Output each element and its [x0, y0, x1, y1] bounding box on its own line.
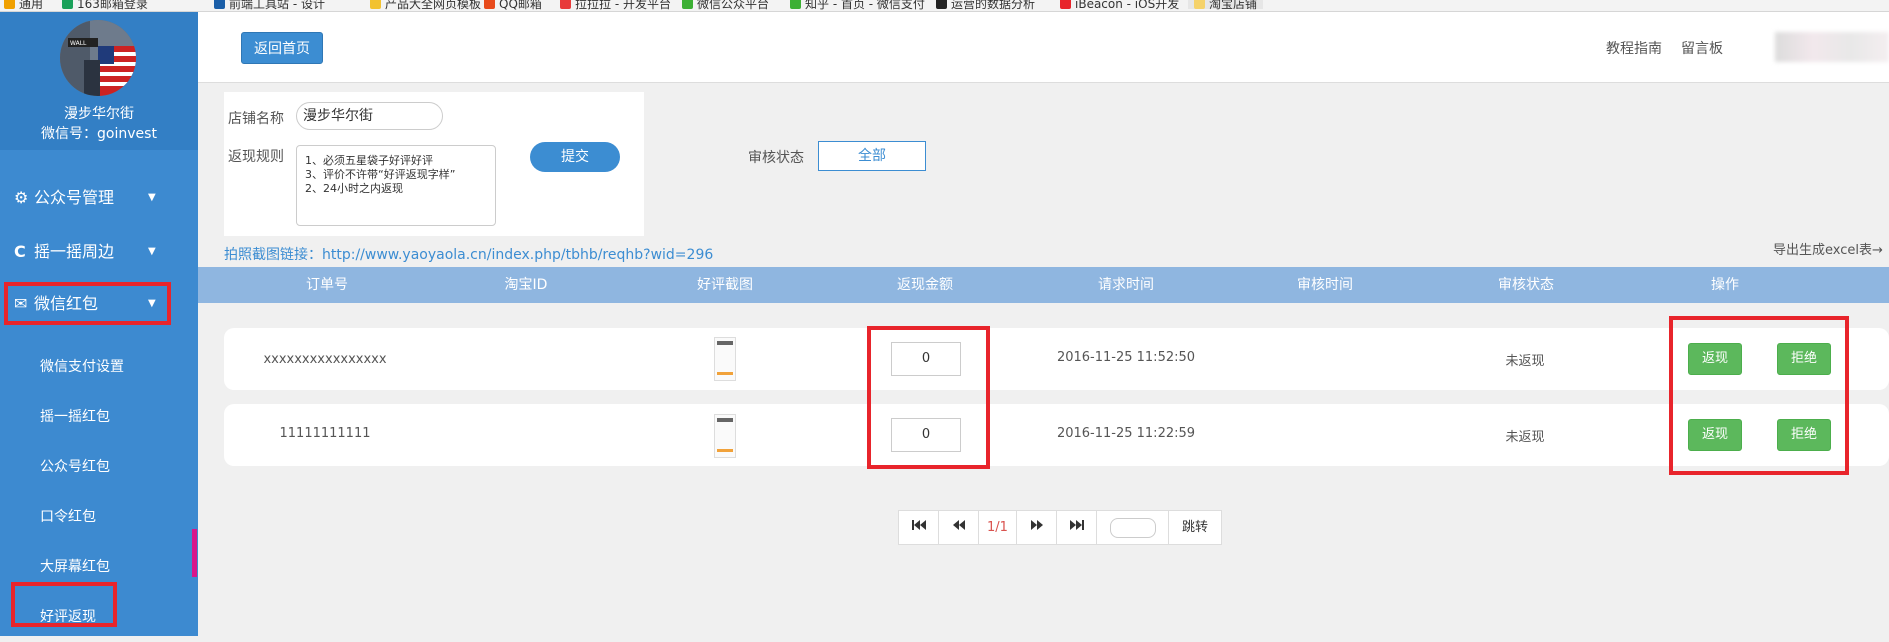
table-header: 订单号 淘宝ID 好评截图 返现金额 请求时间 审核时间 审核状态 操作	[198, 267, 1889, 303]
column-actions: 操作	[1711, 277, 1739, 293]
cashback-rules-textarea[interactable]: 1、必须五星袋子好评好评 3、评价不许带“好评返现字样” 2、24小时之内返现	[296, 145, 496, 226]
top-header: 返回首页 教程指南 留言板	[198, 12, 1889, 83]
avatar-image: WALL	[60, 20, 136, 96]
jump-button[interactable]: 跳转	[1169, 511, 1221, 544]
cashback-rules-label: 返现规则	[228, 149, 284, 165]
column-amount: 返现金额	[897, 277, 953, 293]
column-order-id: 订单号	[306, 277, 348, 293]
order-id-cell: xxxxxxxxxxxxxxxx	[263, 352, 387, 367]
bookmark-item[interactable]: 产品大全网页模板	[370, 0, 481, 11]
shop-name-input[interactable]: 漫步华尔街	[296, 102, 443, 130]
submenu-password-redpacket[interactable]: 口令红包	[0, 492, 198, 542]
highlight-box-amount-column	[867, 326, 990, 469]
pagination: 1/1 跳转	[898, 510, 1222, 545]
column-review-time: 审核时间	[1297, 277, 1353, 293]
screenshot-link[interactable]: 拍照截图链接：http://www.yaoyaola.cn/index.php/…	[224, 244, 713, 264]
nav-shake-nearby[interactable]: C 摇一摇周边 ▼	[0, 230, 198, 274]
column-screenshot: 好评截图	[697, 277, 753, 293]
review-status-label: 审核状态	[748, 150, 804, 166]
bookmark-item[interactable]: iBeacon - iOS开发	[1060, 0, 1179, 11]
submenu-account-redpacket[interactable]: 公众号红包	[0, 442, 198, 492]
review-screenshot-thumbnail[interactable]	[714, 414, 736, 458]
bookmark-item[interactable]: 通用	[4, 0, 43, 11]
nav-label: 摇一摇周边	[34, 242, 115, 261]
caret-down-icon: ▼	[148, 246, 156, 257]
order-id-cell: 11111111111	[279, 426, 371, 441]
prev-page-icon[interactable]	[939, 511, 979, 544]
user-account-blurred[interactable]	[1775, 32, 1889, 62]
page-jump-input-wrap	[1097, 511, 1169, 544]
page-jump-input[interactable]	[1109, 517, 1156, 538]
highlight-box-redpacket-menu	[4, 282, 171, 325]
column-review-status: 审核状态	[1498, 277, 1554, 293]
submit-button[interactable]: 提交	[530, 142, 620, 172]
first-page-icon[interactable]	[899, 511, 939, 544]
refresh-icon: C	[14, 242, 26, 261]
nav-official-account[interactable]: ⚙ 公众号管理 ▼	[0, 176, 198, 220]
profile-wechat-id: 微信号：goinvest	[41, 126, 157, 142]
highlight-box-cashback-menu	[11, 582, 117, 627]
gear-icon: ⚙	[14, 188, 29, 207]
submenu-wxpay-settings[interactable]: 微信支付设置	[0, 342, 198, 392]
active-indicator	[192, 529, 197, 577]
column-taobao-id: 淘宝ID	[504, 277, 548, 293]
export-excel-link[interactable]: 导出生成excel表→	[1773, 239, 1883, 258]
cashback-settings-form: 店铺名称 漫步华尔街 返现规则 1、必须五星袋子好评好评 3、评价不许带“好评返…	[224, 92, 644, 236]
profile-nickname: 漫步华尔街	[64, 106, 134, 122]
avatar[interactable]: WALL	[60, 20, 136, 96]
bookmarks-bar: 通用 163邮箱登录 前端工具站 - 设计 产品大全网页模板 QQ邮箱 拉拉拉 …	[0, 0, 1889, 12]
bookmark-item[interactable]: 运营的数据分析	[936, 0, 1035, 11]
next-page-icon[interactable]	[1017, 511, 1057, 544]
column-request-time: 请求时间	[1098, 277, 1154, 293]
review-screenshot-thumbnail[interactable]	[714, 337, 736, 381]
review-status-select[interactable]: 全部	[818, 141, 926, 171]
request-time-cell: 2016-11-25 11:22:59	[1056, 426, 1196, 441]
submenu-shake-redpacket[interactable]: 摇一摇红包	[0, 392, 198, 442]
review-status-cell: 未返现	[1505, 354, 1545, 369]
bookmark-item[interactable]: 前端工具站 - 设计	[214, 0, 325, 11]
nav-label: 公众号管理	[34, 188, 115, 207]
page-indicator: 1/1	[979, 511, 1017, 544]
review-status-cell: 未返现	[1505, 430, 1545, 445]
bookmark-item[interactable]: 拉拉拉 - 开发平台	[560, 0, 671, 11]
table-row: 11111111111 0 2016-11-25 11:22:59 未返现 返现…	[224, 404, 1889, 466]
table-row: xxxxxxxxxxxxxxxx 0 2016-11-25 11:52:50 未…	[224, 328, 1889, 390]
back-home-button[interactable]: 返回首页	[241, 32, 323, 64]
caret-down-icon: ▼	[148, 192, 156, 203]
bookmark-item[interactable]: QQ邮箱	[484, 0, 542, 11]
message-board-link[interactable]: 留言板	[1681, 38, 1723, 58]
bookmark-item[interactable]: 163邮箱登录	[62, 0, 148, 11]
shop-name-label: 店铺名称	[228, 111, 284, 127]
svg-text:WALL: WALL	[70, 40, 87, 47]
highlight-box-action-column	[1669, 316, 1849, 475]
last-page-icon[interactable]	[1057, 511, 1097, 544]
bookmark-item[interactable]: 淘宝店铺	[1188, 0, 1264, 11]
bookmark-item[interactable]: 微信公众平台	[682, 0, 769, 11]
bookmark-item[interactable]: 知乎 - 首页 - 微信支付	[790, 0, 925, 11]
tutorial-link[interactable]: 教程指南	[1606, 38, 1662, 58]
profile-panel: WALL 漫步华尔街 微信号：goinvest	[0, 12, 198, 150]
request-time-cell: 2016-11-25 11:52:50	[1056, 350, 1196, 365]
